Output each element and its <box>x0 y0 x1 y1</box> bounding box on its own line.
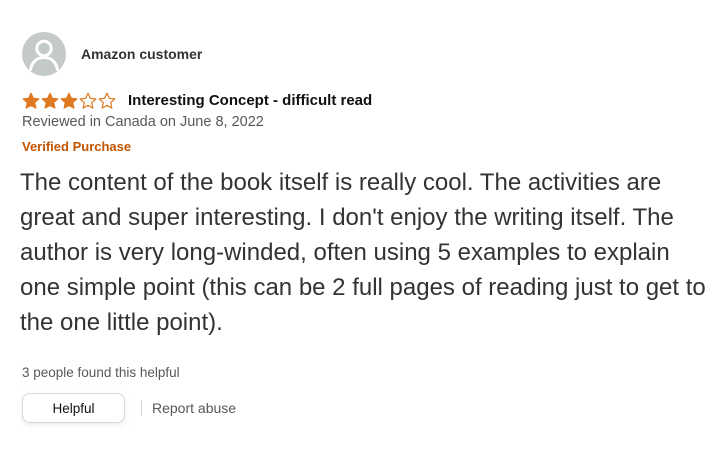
star-rating[interactable] <box>22 92 116 109</box>
avatar[interactable] <box>22 32 66 76</box>
review-title[interactable]: Interesting Concept - difficult read <box>128 92 372 109</box>
default-avatar-icon <box>23 33 65 75</box>
star-filled-icon <box>41 92 59 109</box>
star-filled-icon <box>60 92 78 109</box>
reviewer-name[interactable]: Amazon customer <box>81 46 202 62</box>
report-abuse-link[interactable]: Report abuse <box>152 400 236 416</box>
customer-review: Amazon customer Interesting Concept - di… <box>0 0 726 450</box>
helpful-button[interactable]: Helpful <box>22 393 125 423</box>
star-filled-icon <box>22 92 40 109</box>
helpful-count: 3 people found this helpful <box>22 365 180 380</box>
review-text: The content of the book itself is really… <box>20 169 706 336</box>
review-title-row: Interesting Concept - difficult read <box>22 88 372 112</box>
star-empty-icon <box>79 92 97 109</box>
action-divider <box>141 400 142 416</box>
review-date: Reviewed in Canada on June 8, 2022 <box>22 114 264 130</box>
reviewer-profile[interactable]: Amazon customer <box>22 31 202 77</box>
star-empty-icon <box>98 92 116 109</box>
verified-purchase-badge: Verified Purchase <box>22 139 132 154</box>
review-actions: Helpful Report abuse <box>22 392 236 424</box>
